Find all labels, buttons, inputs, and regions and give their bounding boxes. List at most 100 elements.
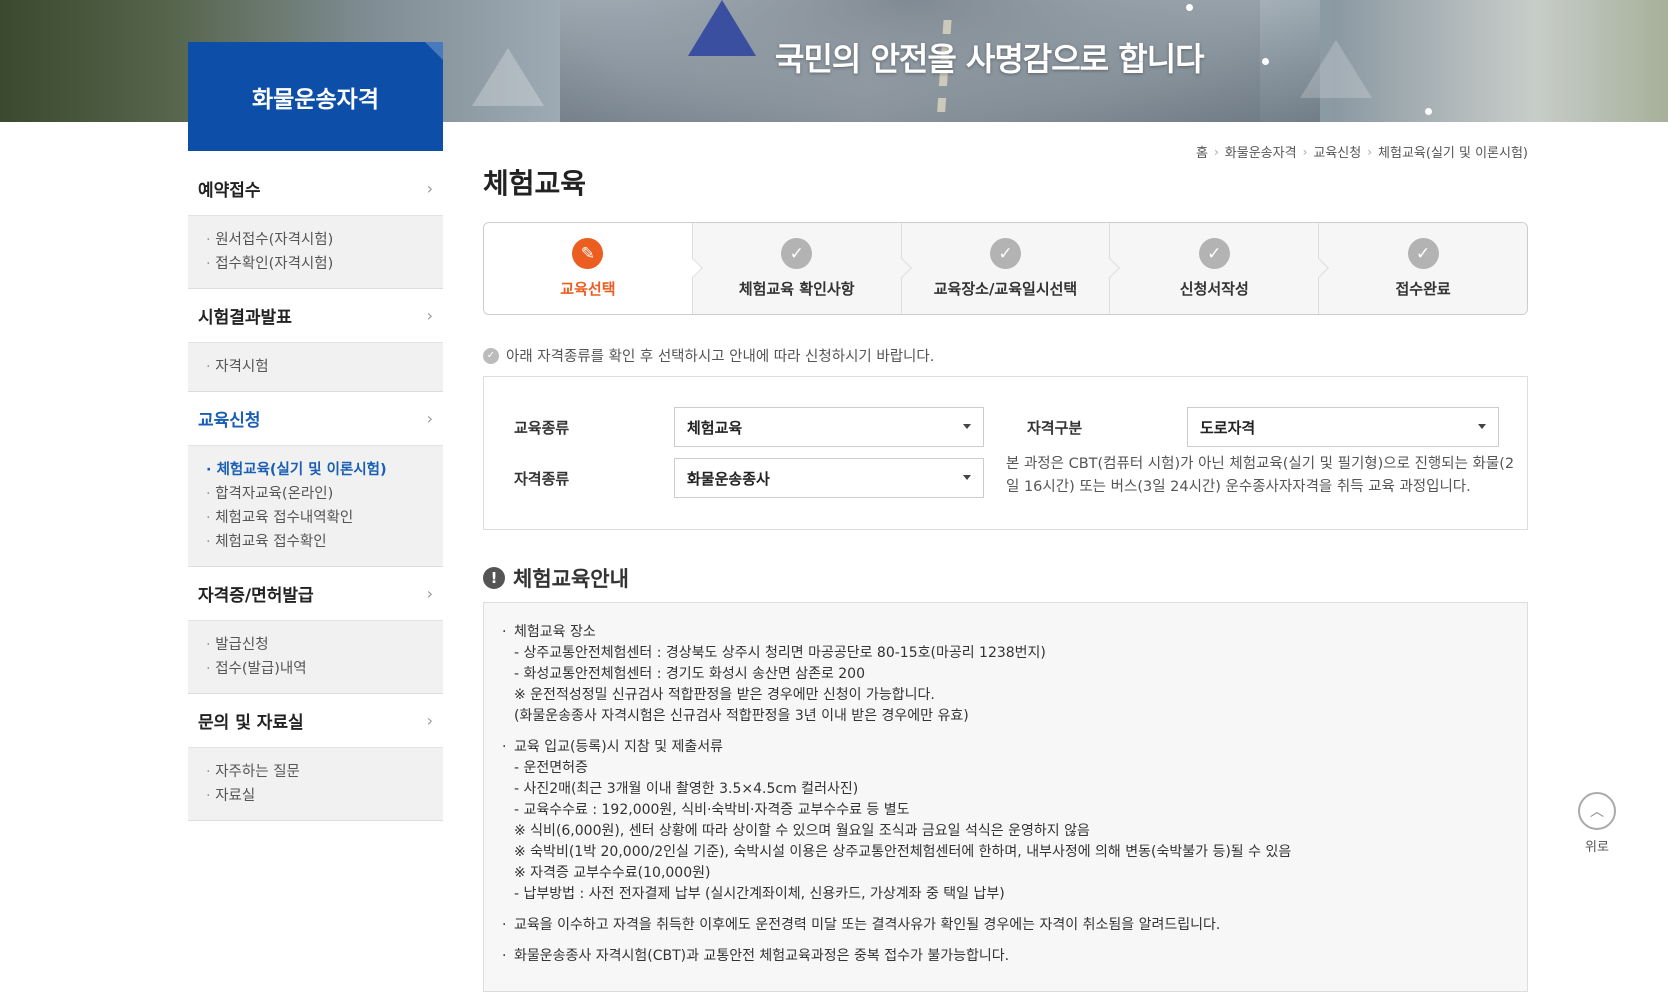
sidebar-title: 화물운송자격 (188, 42, 443, 151)
info-section-title: ! 체험교육안내 (483, 563, 629, 593)
info-section-heading: 교육 입교(등록)시 지참 및 제출서류 (502, 737, 1507, 758)
sidebar-submenu-item[interactable]: 체험교육 접수확인 (206, 530, 433, 554)
info-line: - 사진2매(최근 3개월 이내 촬영한 3.5×4.5cm 컬러사진) (514, 781, 859, 797)
pencil-icon: ✎ (572, 238, 604, 269)
info-line: - 운전면허증 (514, 760, 588, 776)
sidebar-menu-item[interactable]: 교육신청 › (188, 392, 443, 446)
sidebar-submenu-item[interactable]: 자격시험 (206, 355, 433, 379)
sidebar-submenu-item[interactable]: 자료실 (206, 784, 433, 808)
info-line: - 상주교통안전체험센터 : 경상북도 상주시 청리면 마공공단로 80-15호… (514, 645, 1046, 661)
sidebar-submenu-item[interactable]: 원서접수(자격시험) (206, 228, 433, 252)
sidebar-group: 교육신청 › 체험교육(실기 및 이론시험)합격자교육(온라인)체험교육 접수내역확… (188, 392, 443, 567)
info-line: - 교육수수료 : 192,000원, 식비·숙박비·자격증 교부수수료 등 별… (514, 802, 910, 818)
info-section-heading: 교육을 이수하고 자격을 취득한 이후에도 운전경력 미달 또는 결격사유가 확… (502, 915, 1507, 936)
chevron-right-icon: › (426, 179, 433, 198)
course-description: 본 과정은 CBT(컴퓨터 시험)가 아닌 체험교육(실기 및 필기형)으로 진… (1006, 456, 1515, 495)
sidebar-menu-label: 예약접수 (198, 181, 261, 201)
sidebar-menu-item[interactable]: 시험결과발표 › (188, 289, 443, 343)
check-icon: ✓ (781, 238, 813, 269)
sidebar-submenu-item[interactable]: 체험교육 접수내역확인 (206, 506, 433, 530)
breadcrumb-separator-icon: › (1367, 144, 1373, 159)
chevron-up-icon: ︿ (1578, 792, 1616, 830)
qual-div-label: 자격구분 (1027, 419, 1083, 437)
sidebar-submenu-item[interactable]: 발급신청 (206, 633, 433, 657)
sidebar-group: 자격증/면허발급 › 발급신청접수(발급)내역 (188, 567, 443, 694)
step-label: 교육장소/교육일시선택 (933, 280, 1078, 298)
banner-logo-icon (688, 0, 756, 56)
step-label: 접수완료 (1395, 280, 1451, 298)
sidebar-group: 시험결과발표 › 자격시험 (188, 289, 443, 392)
step-item: ✎ 교육선택 (484, 223, 703, 314)
sidebar-menu-label: 교육신청 (198, 411, 261, 431)
step-label: 체험교육 확인사항 (738, 280, 855, 298)
sidebar-submenu-item[interactable]: 접수(발급)내역 (206, 657, 433, 681)
chevron-down-icon (963, 475, 971, 480)
chevron-down-icon (1478, 424, 1486, 429)
chevron-right-icon: › (426, 409, 433, 428)
info-line: ※ 운전적성정밀 신규검사 적합판정을 받은 경우에만 신청이 가능합니다. (514, 687, 935, 703)
banner-light-dot (1186, 4, 1193, 11)
step-indicator: ✎ 교육선택 ✓ 체험교육 확인사항 ✓ 교육장소/교육일시선택 ✓ 신청서작성 ✓ 접수완료 (483, 222, 1528, 315)
sidebar-submenu-item[interactable]: 접수확인(자격시험) (206, 252, 433, 276)
info-section: 교육을 이수하고 자격을 취득한 이후에도 운전경력 미달 또는 결격사유가 확… (502, 915, 1507, 936)
step-item: ✓ 체험교육 확인사항 (692, 223, 912, 314)
breadcrumb: 홈 › 화물운송자격 › 교육신청 › 체험교육(실기 및 이론시험) (1196, 142, 1528, 162)
info-line: - 화성교통안전체험센터 : 경기도 화성시 송산면 삼존로 200 (514, 666, 866, 682)
edu-type-label: 교육종류 (514, 419, 570, 437)
scroll-top-button[interactable]: ︿ 위로 (1578, 792, 1616, 855)
qual-div-value: 도로자격 (1200, 418, 1256, 437)
sidebar-submenu-item[interactable]: 합격자교육(온라인) (206, 482, 433, 506)
edu-type-value: 체험교육 (687, 418, 743, 437)
sidebar-submenu: 자주하는 질문자료실 (188, 748, 443, 820)
exclamation-icon: ! (483, 567, 505, 589)
info-line: - 납부방법 : 사전 전자결제 납부 (실시간계좌이체, 신용카드, 가상계좌… (514, 886, 1005, 902)
sidebar-menu-label: 문의 및 자료실 (198, 713, 304, 733)
selection-form: 교육종류 체험교육 자격구분 도로자격 자격종류 화물운송종사 본 과정은 CB… (483, 376, 1528, 530)
sidebar-group: 예약접수 › 원서접수(자격시험)접수확인(자격시험) (188, 162, 443, 289)
breadcrumb-separator-icon: › (1213, 144, 1219, 159)
sidebar-submenu-item[interactable]: 체험교육(실기 및 이론시험) (206, 458, 433, 482)
chevron-right-icon: › (426, 711, 433, 730)
sidebar-menu-item[interactable]: 문의 및 자료실 › (188, 694, 443, 748)
sidebar-menu-item[interactable]: 예약접수 › (188, 162, 443, 216)
info-section: 화물운송종사 자격시험(CBT)과 교통안전 체험교육과정은 중복 접수가 불가… (502, 946, 1507, 967)
sidebar-submenu: 체험교육(실기 및 이론시험)합격자교육(온라인)체험교육 접수내역확인체험교육… (188, 446, 443, 566)
qual-type-select[interactable]: 화물운송종사 (674, 458, 984, 498)
chevron-right-icon: › (426, 306, 433, 325)
selection-notice: ✓ 아래 자격종류를 확인 후 선택하시고 안내에 따라 신청하시기 바랍니다. (483, 345, 934, 366)
edu-type-select[interactable]: 체험교육 (674, 407, 984, 447)
chevron-down-icon (963, 424, 971, 429)
breadcrumb-separator-icon: › (1302, 144, 1308, 159)
breadcrumb-item[interactable]: 교육신청 (1313, 142, 1361, 161)
info-section-heading: 체험교육 장소 (502, 622, 1507, 643)
info-line: (화물운송종사 자격시험은 신규검사 적합판정을 3년 이내 받은 경우에만 유… (514, 708, 969, 724)
chevron-right-icon: › (426, 584, 433, 603)
step-item: ✓ 신청서작성 (1110, 223, 1330, 314)
step-item: ✓ 접수완료 (1319, 223, 1527, 314)
sidebar-menu-label: 자격증/면허발급 (198, 586, 314, 606)
qual-div-select[interactable]: 도로자격 (1187, 407, 1499, 447)
info-line: ※ 자격증 교부수수료(10,000원) (514, 865, 711, 881)
sidebar-submenu: 원서접수(자격시험)접수확인(자격시험) (188, 216, 443, 288)
banner-light-dot (1262, 58, 1269, 65)
qual-type-label: 자격종류 (514, 470, 570, 488)
sidebar-submenu-item[interactable]: 자주하는 질문 (206, 760, 433, 784)
banner-slogan: 국민의 안전을 사명감으로 합니다 (775, 40, 1205, 78)
sidebar-submenu: 발급신청접수(발급)내역 (188, 621, 443, 693)
breadcrumb-item[interactable]: 홈 (1196, 142, 1208, 161)
scroll-top-label: 위로 (1585, 840, 1609, 855)
banner-light-dot (1425, 108, 1432, 115)
check-icon: ✓ (1198, 238, 1230, 269)
banner-triangle-decoration (472, 48, 544, 106)
check-circle-icon: ✓ (483, 347, 499, 364)
step-label: 교육선택 (560, 280, 616, 298)
info-section: 체험교육 장소 - 상주교통안전체험센터 : 경상북도 상주시 청리면 마공공단로… (502, 622, 1507, 727)
breadcrumb-item: 체험교육(실기 및 이론시험) (1378, 146, 1528, 161)
page-title: 체험교육 (483, 167, 587, 200)
sidebar-submenu: 자격시험 (188, 343, 443, 391)
sidebar-nav: 예약접수 › 원서접수(자격시험)접수확인(자격시험) 시험결과발표 › 자격시험교육신청… (188, 162, 443, 821)
info-section: 교육 입교(등록)시 지참 및 제출서류 - 운전면허증 - 사진2매(최근 3개월… (502, 737, 1507, 905)
breadcrumb-item[interactable]: 화물운송자격 (1225, 142, 1297, 161)
notice-text: 아래 자격종류를 확인 후 선택하시고 안내에 따라 신청하시기 바랍니다. (506, 349, 935, 365)
sidebar-menu-item[interactable]: 자격증/면허발급 › (188, 567, 443, 621)
